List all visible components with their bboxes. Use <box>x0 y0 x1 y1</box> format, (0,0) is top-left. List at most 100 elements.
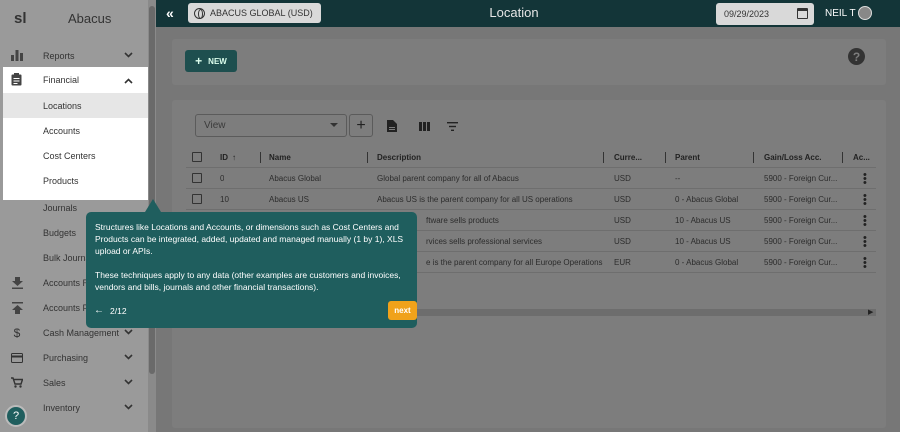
cell-currency: USD <box>614 174 631 183</box>
bar-chart-icon <box>10 49 24 63</box>
tour-pointer <box>145 199 161 212</box>
more-vert-icon[interactable]: • • • <box>863 254 867 273</box>
calendar-icon[interactable] <box>797 8 808 19</box>
column-separator[interactable] <box>260 152 261 163</box>
sidebar-subitem-label: Locations <box>43 100 82 111</box>
credit-card-icon <box>10 351 24 365</box>
cell-currency: USD <box>614 216 631 225</box>
filter-icon[interactable] <box>446 120 458 132</box>
cell-id: 0 <box>220 174 225 183</box>
table-header-row: ID ↑ Name Description Curre... Parent Ga… <box>186 147 876 168</box>
sort-asc-icon[interactable]: ↑ <box>232 153 236 162</box>
cell-currency: EUR <box>614 258 631 267</box>
avatar[interactable] <box>858 6 872 20</box>
chevron-down-icon <box>124 352 133 363</box>
scroll-right-icon[interactable]: ▶ <box>868 308 873 316</box>
cell-description: e is the parent company for all Europe O… <box>426 258 603 267</box>
add-view-button[interactable]: + <box>349 114 373 137</box>
action-card: + NEW ? <box>172 39 886 85</box>
cell-parent: 0 - Abacus Global <box>675 195 739 204</box>
column-header-parent[interactable]: Parent <box>675 147 700 168</box>
cell-currency: USD <box>614 195 631 204</box>
tour-popover: Structures like Locations and Accounts, … <box>86 212 417 328</box>
column-separator[interactable] <box>367 152 368 163</box>
tour-step-counter: 2/12 <box>110 306 127 316</box>
new-button-label: NEW <box>208 56 227 66</box>
cell-description: ftware sells products <box>426 216 499 225</box>
sidebar-header: sl Abacus <box>0 0 156 36</box>
help-icon[interactable]: ? <box>848 48 865 65</box>
plus-icon: + <box>356 116 366 134</box>
column-header-name[interactable]: Name <box>269 147 291 168</box>
sidebar-item-label: Reports <box>43 50 75 61</box>
row-checkbox[interactable] <box>192 194 202 204</box>
cell-description: Abacus US is the parent company for all … <box>377 195 573 204</box>
sidebar-item-label: Purchasing <box>43 352 89 363</box>
cell-gain-loss: 5900 - Foreign Cur... <box>764 174 838 183</box>
view-select[interactable]: View <box>195 114 347 137</box>
upload-icon <box>10 301 24 315</box>
row-checkbox[interactable] <box>192 173 202 183</box>
more-vert-icon[interactable]: • • • <box>863 170 867 189</box>
user-name[interactable]: NEIL T <box>825 8 856 19</box>
column-header-actions[interactable]: Ac... <box>853 147 870 168</box>
sidebar-item-label: Journals <box>43 202 78 213</box>
new-button[interactable]: + NEW <box>185 50 237 72</box>
cart-icon <box>10 376 24 390</box>
financial-spotlight: Financial Locations Accounts Cost Center… <box>3 67 148 200</box>
cell-id: 10 <box>220 195 229 204</box>
arrow-left-icon[interactable]: ← <box>94 305 104 317</box>
more-vert-icon[interactable]: • • • <box>863 191 867 210</box>
chevron-down-icon <box>124 327 133 338</box>
sidebar-subitem-label: Cost Centers <box>43 150 96 161</box>
sidebar-item-financial[interactable]: Financial <box>3 67 148 92</box>
cell-description: rvices sells professional services <box>426 237 543 246</box>
cell-parent: 10 - Abacus US <box>675 237 731 246</box>
sidebar-subitem-label: Products <box>43 175 79 186</box>
date-field[interactable]: 09/29/2023 <box>716 3 814 25</box>
column-separator[interactable] <box>665 152 666 163</box>
chevron-down-icon <box>124 50 133 61</box>
question-icon: ? <box>852 49 861 64</box>
tour-next-button[interactable]: next <box>388 301 417 320</box>
more-vert-icon[interactable]: • • • <box>863 212 867 231</box>
cell-parent: 0 - Abacus Global <box>675 258 739 267</box>
table-row[interactable]: 10 Abacus US Abacus US is the parent com… <box>186 189 876 210</box>
document-icon[interactable] <box>386 120 398 132</box>
help-fab-button[interactable]: ? <box>5 405 27 427</box>
column-separator[interactable] <box>842 152 843 163</box>
sidebar-item-label: Cash Management <box>43 327 120 338</box>
cell-gain-loss: 5900 - Foreign Cur... <box>764 237 838 246</box>
tour-text: Structures like Locations and Accounts, … <box>95 222 404 256</box>
cell-currency: USD <box>614 237 631 246</box>
sidebar-item-reports[interactable]: Reports <box>0 43 148 68</box>
chevron-down-icon <box>124 377 133 388</box>
sidebar-item-purchasing[interactable]: Purchasing <box>0 345 148 370</box>
sidebar-subitem-accounts[interactable]: Accounts <box>3 118 148 143</box>
more-vert-icon[interactable]: • • • <box>863 233 867 252</box>
column-separator[interactable] <box>603 152 604 163</box>
sidebar-subitem-products[interactable]: Products <box>3 168 148 193</box>
cell-gain-loss: 5900 - Foreign Cur... <box>764 195 838 204</box>
column-header-description[interactable]: Description <box>377 147 421 168</box>
column-header-currency[interactable]: Curre... <box>614 147 642 168</box>
tour-text: These techniques apply to any data (othe… <box>95 270 401 292</box>
sidebar-item-label: Sales <box>43 377 66 388</box>
column-separator[interactable] <box>753 152 754 163</box>
horizontal-scrollbar[interactable] <box>404 309 876 316</box>
cell-description: Global parent company for all of Abacus <box>377 174 519 183</box>
app-logo[interactable]: sl <box>14 10 34 27</box>
column-header-gain-loss[interactable]: Gain/Loss Acc. <box>764 147 822 168</box>
table-row[interactable]: 0 Abacus Global Global parent company fo… <box>186 168 876 189</box>
columns-icon[interactable] <box>418 120 430 132</box>
cell-parent: -- <box>675 174 681 183</box>
sidebar-subitem-locations[interactable]: Locations <box>3 93 148 118</box>
sidebar-item-sales[interactable]: Sales <box>0 370 148 395</box>
column-header-id[interactable]: ID ↑ <box>220 147 236 168</box>
date-value: 09/29/2023 <box>724 9 770 19</box>
sidebar-subitem-cost-centers[interactable]: Cost Centers <box>3 143 148 168</box>
select-all-checkbox[interactable] <box>192 152 202 162</box>
cell-name: Abacus Global <box>269 174 322 183</box>
chevron-down-icon <box>124 402 133 413</box>
sidebar-item-label: Inventory <box>43 402 81 413</box>
